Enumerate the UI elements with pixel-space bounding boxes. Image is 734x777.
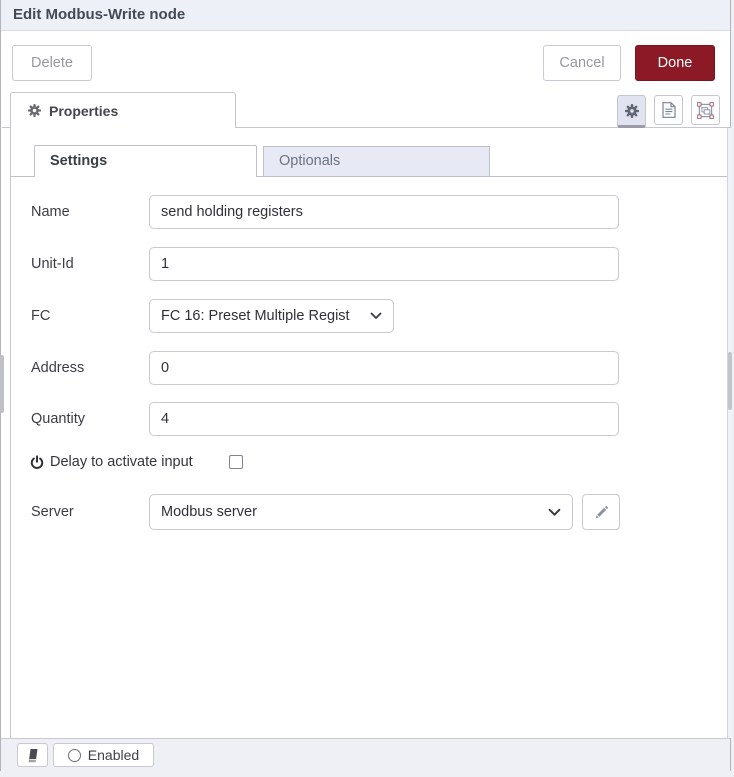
- delay-row: Delay to activate input: [30, 452, 193, 472]
- dialog-title: Edit Modbus-Write node: [1, 0, 730, 30]
- address-label: Address: [31, 351, 84, 385]
- enabled-label: Enabled: [88, 747, 139, 763]
- edit-node-tray: Edit Modbus-Write node Delete Cancel Don…: [0, 0, 734, 777]
- unit-id-input[interactable]: [149, 247, 619, 281]
- tab-optionals[interactable]: Optionals: [263, 146, 490, 177]
- left-scrollbar-thumb[interactable]: [0, 355, 4, 413]
- unit-id-label: Unit-Id: [31, 247, 74, 281]
- gear-icon: [28, 104, 41, 117]
- server-label: Server: [31, 494, 74, 530]
- gear-icon: [625, 104, 639, 118]
- fc-select[interactable]: FC 16: Preset Multiple Regist: [149, 299, 394, 333]
- book-icon: [26, 748, 40, 763]
- node-info-button[interactable]: [17, 743, 48, 767]
- edit-dialog: Edit Modbus-Write node Delete Cancel Don…: [0, 0, 731, 771]
- description-button[interactable]: [654, 95, 683, 125]
- document-icon: [662, 102, 676, 118]
- properties-gear-button[interactable]: [617, 95, 646, 128]
- tab-settings[interactable]: Settings: [34, 145, 257, 177]
- power-icon: [30, 455, 44, 470]
- enabled-toggle-button[interactable]: Enabled: [53, 743, 154, 767]
- appearance-icon: [697, 102, 714, 119]
- tab-properties-label: Properties: [49, 103, 118, 119]
- quantity-input[interactable]: [149, 402, 619, 436]
- delay-checkbox[interactable]: [229, 455, 243, 469]
- delete-button[interactable]: Delete: [12, 45, 92, 81]
- address-input[interactable]: [149, 351, 619, 385]
- right-scrollbar-track: [727, 128, 732, 738]
- dialog-header: Edit Modbus-Write node: [1, 0, 730, 31]
- appearance-button[interactable]: [691, 95, 720, 125]
- content-panel-border: [10, 128, 11, 738]
- right-scrollbar-thumb[interactable]: [728, 352, 732, 410]
- tab-row-border: [2, 127, 10, 128]
- status-circle-icon: [68, 749, 81, 762]
- name-input[interactable]: [149, 195, 619, 229]
- fc-label: FC: [31, 299, 50, 333]
- server-select-value: Modbus server: [161, 504, 257, 520]
- done-button[interactable]: Done: [635, 45, 715, 81]
- cancel-button[interactable]: Cancel: [543, 45, 621, 81]
- delay-label: Delay to activate input: [50, 454, 193, 470]
- chevron-down-icon: [370, 312, 382, 320]
- subtab-row-border: [11, 176, 34, 177]
- tab-row-border: [236, 127, 731, 128]
- tab-properties[interactable]: Properties: [10, 92, 236, 128]
- chevron-down-icon: [548, 508, 561, 517]
- server-select[interactable]: Modbus server: [149, 494, 573, 530]
- pencil-icon: [594, 505, 609, 520]
- name-label: Name: [31, 195, 70, 229]
- subtab-row-border: [257, 176, 727, 177]
- quantity-label: Quantity: [31, 402, 85, 436]
- fc-select-value: FC 16: Preset Multiple Regist: [161, 308, 350, 324]
- edit-server-button[interactable]: [582, 494, 620, 530]
- dialog-footer: Enabled: [1, 738, 730, 771]
